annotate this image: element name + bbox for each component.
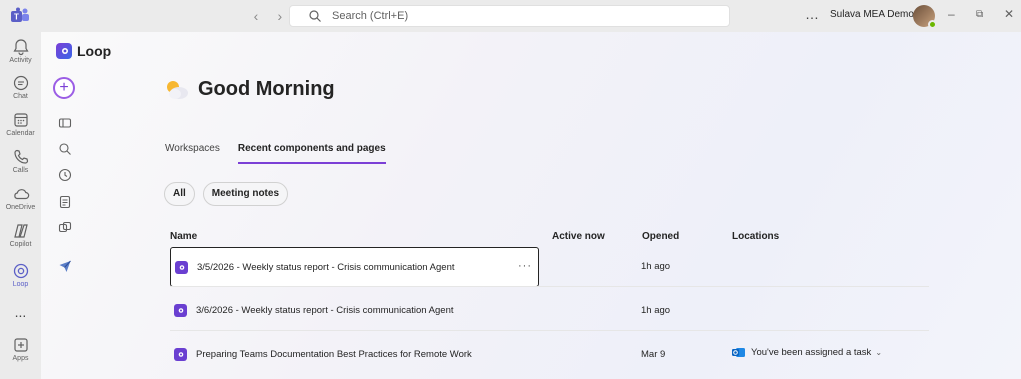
column-header-locations[interactable]: Locations [732,231,779,242]
rail-item-apps[interactable]: Apps [0,336,41,362]
avatar[interactable] [913,5,937,29]
rail-label: Chat [13,93,28,100]
chevron-down-icon[interactable]: ⌄ [875,348,882,357]
row-more-options-icon[interactable]: ··· [518,260,532,272]
rail-item-activity[interactable]: Activity [0,38,41,64]
rail-item-copilot[interactable]: Copilot [0,222,41,248]
search-placeholder: Search (Ctrl+E) [332,10,409,22]
rail-item-calendar[interactable]: Calendar [0,111,41,137]
recent-clock-icon[interactable] [58,168,72,182]
rail-label: Activity [9,57,32,64]
copilot-icon [13,224,28,238]
notes-icon[interactable] [58,195,72,209]
row-title[interactable]: Preparing Teams Documentation Best Pract… [196,349,472,360]
loop-main: Loop + Good Morning Workspaces Recent co… [41,32,1021,379]
greeting-title: Good Morning [198,78,335,100]
table-row[interactable]: Preparing Teams Documentation Best Pract… [170,335,929,375]
workspaces-icon[interactable] [58,116,72,130]
rail-item-loop[interactable]: Loop [0,262,41,288]
restore-button[interactable]: ⧉ [976,9,983,20]
forward-arrow-icon[interactable]: › [270,8,290,24]
row-opened: 1h ago [641,305,671,316]
search-icon[interactable] [58,142,72,156]
loop-brand-label: Loop [77,43,112,59]
rail-item-onedrive[interactable]: OneDrive [0,185,41,211]
app-rail: Activity Chat Calendar Calls OneDrive Co… [0,32,41,379]
search-input[interactable]: Search (Ctrl+E) [289,5,730,27]
loop-page-icon [175,261,188,274]
cloud-icon [13,189,29,200]
tab-recent-components[interactable]: Recent components and pages [237,143,386,164]
rail-label: Calendar [6,130,35,137]
loop-logo-icon [56,43,72,59]
row-opened: Mar 9 [641,349,666,360]
rail-label: Calls [12,167,29,174]
presence-available-icon [928,20,937,29]
column-header-active-now[interactable]: Active now [552,231,605,242]
rail-label: OneDrive [5,204,36,211]
close-button[interactable]: ✕ [1004,7,1014,21]
search-icon [309,10,321,22]
row-title[interactable]: 3/6/2026 - Weekly status report - Crisis… [196,305,454,316]
components-icon[interactable] [58,221,72,235]
outlook-icon [732,348,745,357]
loop-page-icon [174,304,187,317]
teams-logo-icon[interactable]: T [10,7,30,25]
rail-item-chat[interactable]: Chat [0,74,41,100]
rail-more-icon[interactable]: ... [0,304,41,320]
filter-chips: All Meeting notes [164,182,296,206]
row-opened: 1h ago [641,261,671,272]
greeting: Good Morning [164,78,335,101]
row-location[interactable]: You've been assigned a task ⌄ [732,346,882,359]
rail-label: Loop [12,281,29,288]
back-arrow-icon[interactable]: ‹ [246,8,266,24]
title-bar: T ‹ › Search (Ctrl+E) … Sulava MEA Demo … [0,0,1021,32]
chat-icon [13,75,28,91]
table-row[interactable]: 3/5/2026 - Weekly status report - Crisis… [170,247,539,287]
loop-brand: Loop [56,43,111,59]
loop-page-icon [174,348,187,361]
loop-icon [13,263,28,279]
column-header-name[interactable]: Name [170,231,197,242]
apps-icon [13,338,28,352]
minimize-button[interactable]: – [948,7,955,21]
settings-more-icon[interactable]: … [805,6,820,22]
tab-workspaces[interactable]: Workspaces [165,143,220,164]
row-title[interactable]: 3/5/2026 - Weekly status report - Crisis… [197,262,455,273]
rail-label: Copilot [9,241,32,248]
calendar-icon [13,113,28,127]
rail-label: Apps [12,355,29,362]
location-text: You've been assigned a task [751,347,872,358]
workspace-plane-icon[interactable] [58,259,72,273]
row-divider [170,330,929,331]
rail-item-calls[interactable]: Calls [0,148,41,174]
sun-cloud-icon [167,80,188,99]
svg-text:T: T [14,13,19,22]
table-row[interactable]: 3/6/2026 - Weekly status report - Crisis… [170,291,929,331]
tab-list: Workspaces Recent components and pages [165,143,404,164]
chip-all[interactable]: All [164,182,195,206]
history-nav: ‹ › [246,8,290,24]
column-header-opened[interactable]: Opened [642,231,679,242]
phone-icon [13,149,28,164]
chip-meeting-notes[interactable]: Meeting notes [202,182,289,206]
bell-icon [12,39,29,56]
new-loop-button[interactable]: + [53,77,75,99]
